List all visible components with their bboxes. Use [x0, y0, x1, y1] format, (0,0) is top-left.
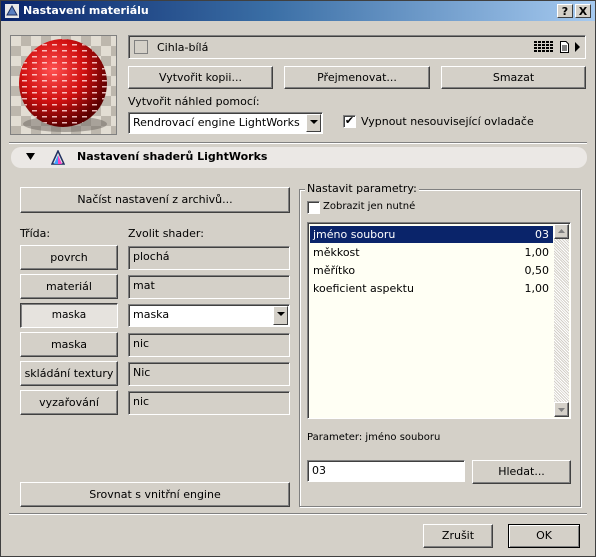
help-button[interactable]: ? [557, 4, 573, 18]
preview-sphere-image [11, 36, 116, 134]
list-scrollbar[interactable] [554, 224, 569, 417]
delete-button[interactable]: Smazat [441, 66, 586, 89]
shader-select-transparency-mask[interactable]: maska [128, 304, 290, 327]
shader-value-transparency-mask: maska [133, 308, 170, 321]
shader-section-header[interactable]: Nastavení shaderů LightWorks [11, 147, 587, 168]
shader-field-emission: nic [128, 391, 290, 415]
param-name: koeficient aspektu [313, 282, 414, 295]
divider [9, 513, 587, 515]
compare-engine-button[interactable]: Srovnat s vnitřní engine [20, 482, 290, 507]
shader-field-material: mat [128, 275, 290, 299]
list-item[interactable]: koeficient aspektu 1,00 [310, 280, 553, 297]
collapse-triangle-icon[interactable] [26, 153, 35, 161]
class-header: Třída: [20, 227, 51, 240]
class-button-material[interactable]: materiál [20, 274, 118, 299]
arrow-down-icon [558, 408, 565, 412]
param-value: 1,00 [524, 282, 550, 295]
close-button[interactable]: X [575, 4, 591, 18]
texture-grid-icon[interactable] [534, 41, 554, 54]
preview-engine-label: Vytvořit náhled pomocí: [128, 95, 260, 108]
parameter-list[interactable]: jméno souboru 03 měkkost 1,00 měřítko 0,… [307, 222, 571, 419]
material-preview [10, 35, 117, 135]
shader-field-texture-compose: Nic [128, 362, 290, 386]
param-value: 1,00 [524, 246, 550, 259]
preview-engine-select[interactable]: Rendrovací engine LightWorks [128, 112, 323, 134]
list-item[interactable]: měřítko 0,50 [310, 262, 553, 279]
arrow-up-icon [558, 229, 565, 233]
rename-button[interactable]: Přejmenovat... [284, 66, 430, 89]
material-settings-dialog: Nastavení materiálu ? X Cihla-bílá Vytvo… [0, 0, 596, 557]
show-required-label: Zobrazit jen nutné [323, 201, 416, 212]
load-from-archive-button[interactable]: Načíst nastavení z archivů... [20, 187, 290, 213]
chevron-down-icon[interactable] [306, 114, 321, 132]
disable-controls-label: Vypnout nesouvisející ovladače [361, 115, 534, 128]
class-button-emission[interactable]: vyzařování [20, 390, 118, 415]
search-button[interactable]: Hledat... [472, 460, 571, 484]
cancel-button[interactable]: Zrušit [423, 524, 493, 548]
scroll-down-button[interactable] [554, 402, 569, 417]
class-button-povrch[interactable]: povrch [20, 245, 118, 270]
param-value: 0,50 [524, 264, 550, 277]
title-bar[interactable]: Nastavení materiálu ? X [1, 1, 595, 21]
shader-header: Zvolit shader: [128, 227, 204, 240]
parameter-value-field[interactable]: 03 [307, 460, 465, 482]
param-name: měkkost [313, 246, 360, 259]
chevron-down-icon[interactable] [273, 306, 288, 325]
list-item[interactable]: měkkost 1,00 [310, 244, 553, 261]
class-button-transparency-mask[interactable]: maska průhlednosti [20, 303, 118, 344]
divider [9, 142, 587, 144]
chevron-right-icon[interactable] [575, 42, 581, 52]
class-button-bump-mask[interactable]: maska nerovností [20, 332, 118, 374]
window-title: Nastavení materiálu [23, 4, 149, 17]
parameters-group-label: Nastavit parametry: [305, 182, 419, 195]
show-required-checkbox[interactable] [307, 201, 320, 214]
app-icon [5, 4, 19, 18]
preview-engine-value: Rendrovací engine LightWorks [133, 116, 300, 129]
section-title: Nastavení shaderů LightWorks [77, 150, 268, 163]
material-name: Cihla-bílá [157, 41, 209, 54]
param-name: jméno souboru [313, 228, 396, 241]
list-item[interactable]: jméno souboru 03 [310, 226, 553, 243]
class-button-texture-compose[interactable]: skládání textury [20, 361, 118, 386]
material-color-swatch[interactable] [134, 40, 148, 54]
param-name: měřítko [313, 264, 356, 277]
ok-button[interactable]: OK [508, 524, 580, 548]
param-value: 03 [535, 228, 549, 241]
document-icon[interactable] [560, 41, 569, 53]
lightworks-icon [51, 150, 65, 165]
parameter-name-label: Parameter: jméno souboru [307, 432, 441, 443]
scroll-up-button[interactable] [554, 224, 569, 239]
shader-field-bump-mask: nic [128, 333, 290, 357]
material-name-field[interactable]: Cihla-bílá [128, 35, 586, 59]
copy-button[interactable]: Vytvořit kopii... [128, 66, 273, 89]
disable-controls-checkbox[interactable]: ✔ [343, 115, 356, 128]
shader-field-povrch: plochá [128, 246, 290, 270]
